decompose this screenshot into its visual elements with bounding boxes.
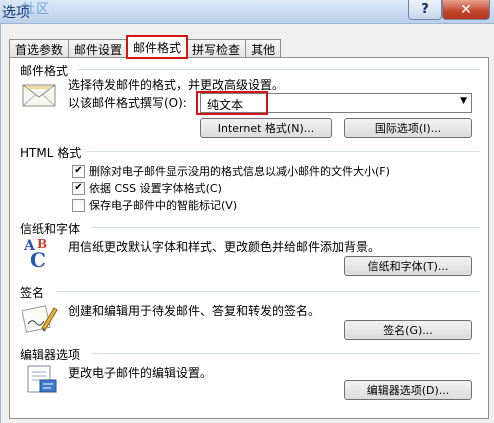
- compose-format-select[interactable]: 纯文本 ▼: [200, 93, 472, 113]
- css-font-option[interactable]: ✔ 依据 CSS 设置字体格式(C): [72, 180, 222, 196]
- tab-mail-format[interactable]: 邮件格式: [126, 35, 189, 59]
- signatures-button[interactable]: 签名(G)...: [344, 320, 472, 340]
- envelope-icon: [22, 84, 56, 107]
- option-label: 删除对电子邮件显示没用的格式信息以减小邮件的文件大小(F): [89, 165, 390, 178]
- signature-description: 创建和编辑用于待发邮件、答复和转发的签名。: [68, 304, 321, 318]
- svg-text:C: C: [30, 248, 46, 270]
- compose-format-label: 以该邮件格式撰写(O):: [68, 96, 187, 110]
- options-dialog: 首选参数 邮件设置 邮件格式 拼写检查 其他 邮件格式 选择待发邮件的格式，并更…: [0, 24, 494, 423]
- international-options-button[interactable]: 国际选项(I)...: [344, 118, 472, 138]
- group-divider: [92, 227, 480, 228]
- compose-format-value: 纯文本: [207, 98, 244, 112]
- stationery-fonts-button[interactable]: 信纸和字体(T)...: [344, 256, 472, 276]
- mail-format-group-title: 邮件格式: [20, 64, 69, 78]
- editor-description: 更改电子邮件的编辑设置。: [68, 366, 213, 380]
- tab-mail-setup[interactable]: 邮件设置: [68, 39, 129, 58]
- checkbox-checked[interactable]: ✔: [72, 164, 85, 178]
- help-button[interactable]: ?: [408, 0, 442, 20]
- smart-tags-option[interactable]: 保存电子邮件中的智能标记(V): [72, 197, 237, 213]
- tab-preferences[interactable]: 首选参数: [9, 39, 70, 58]
- group-divider: [56, 291, 480, 292]
- group-divider: [92, 353, 480, 354]
- remove-formatting-option[interactable]: ✔ 删除对电子邮件显示没用的格式信息以减小邮件的文件大小(F): [72, 163, 390, 179]
- mail-format-panel: 邮件格式 选择待发邮件的格式，并更改高级设置。 以该邮件格式撰写(O): 纯文本…: [9, 57, 489, 419]
- html-format-group-title: HTML 格式: [20, 146, 82, 160]
- tab-spelling[interactable]: 拼写检查: [186, 39, 247, 58]
- option-label: 保存电子邮件中的智能标记(V): [89, 199, 238, 212]
- mail-format-description: 选择待发邮件的格式，并更改高级设置。: [68, 78, 285, 92]
- group-divider: [78, 69, 480, 70]
- tab-strip: 首选参数 邮件设置 邮件格式 拼写检查 其他: [9, 35, 282, 59]
- watermark-text: 社区: [22, 2, 51, 17]
- editor-group-title: 编辑器选项: [20, 348, 81, 362]
- title-bar: 选项 社区 ? ✕: [0, 0, 494, 24]
- stationery-description: 用信纸更改默认字体和样式、更改颜色并给邮件添加背景。: [68, 240, 381, 254]
- chevron-down-icon: ▼: [460, 96, 467, 106]
- checkbox-unchecked[interactable]: [72, 198, 85, 212]
- abc-font-icon: A B C: [23, 237, 47, 270]
- editor-document-icon: [27, 365, 57, 393]
- signature-pen-icon: [22, 305, 58, 333]
- signature-group-title: 签名: [20, 286, 45, 300]
- close-button[interactable]: ✕: [442, 0, 490, 20]
- stationery-group-title: 信纸和字体: [20, 222, 81, 236]
- tab-other[interactable]: 其他: [245, 39, 282, 58]
- internet-format-button[interactable]: Internet 格式(N)...: [200, 118, 332, 138]
- option-label: 依据 CSS 设置字体格式(C): [89, 182, 222, 195]
- checkbox-checked[interactable]: ✔: [72, 181, 85, 195]
- editor-options-button[interactable]: 编辑器选项(D)...: [344, 380, 472, 400]
- group-divider: [86, 151, 480, 152]
